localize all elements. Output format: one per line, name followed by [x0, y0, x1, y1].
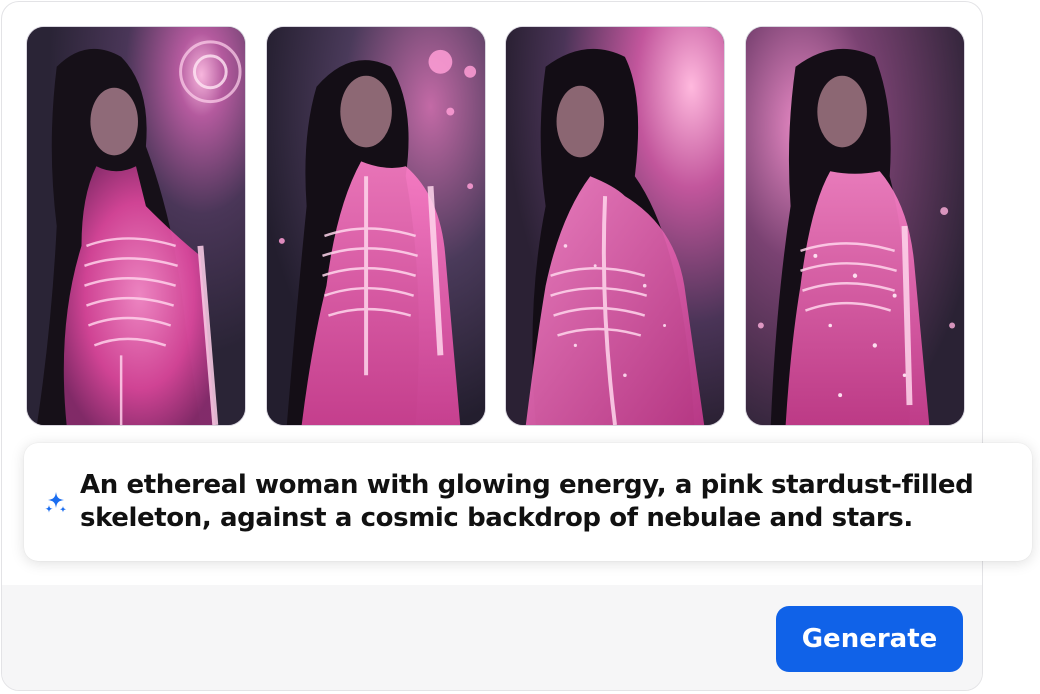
generated-image-2[interactable] — [266, 26, 486, 426]
prompt-text[interactable]: An ethereal woman with glowing energy, a… — [80, 469, 1010, 535]
image-4-artwork — [746, 27, 964, 425]
sparkle-icon — [43, 490, 69, 516]
generated-image-4[interactable] — [745, 26, 965, 426]
image-gallery — [26, 26, 966, 426]
generated-image-3[interactable] — [505, 26, 725, 426]
generated-image-1[interactable] — [26, 26, 246, 426]
prompt-box[interactable]: An ethereal woman with glowing energy, a… — [24, 443, 1032, 561]
image-2-artwork — [267, 27, 485, 425]
image-3-artwork — [506, 27, 724, 425]
generator-card — [1, 1, 983, 691]
image-1-artwork — [27, 27, 245, 425]
generate-button[interactable]: Generate — [776, 606, 963, 672]
